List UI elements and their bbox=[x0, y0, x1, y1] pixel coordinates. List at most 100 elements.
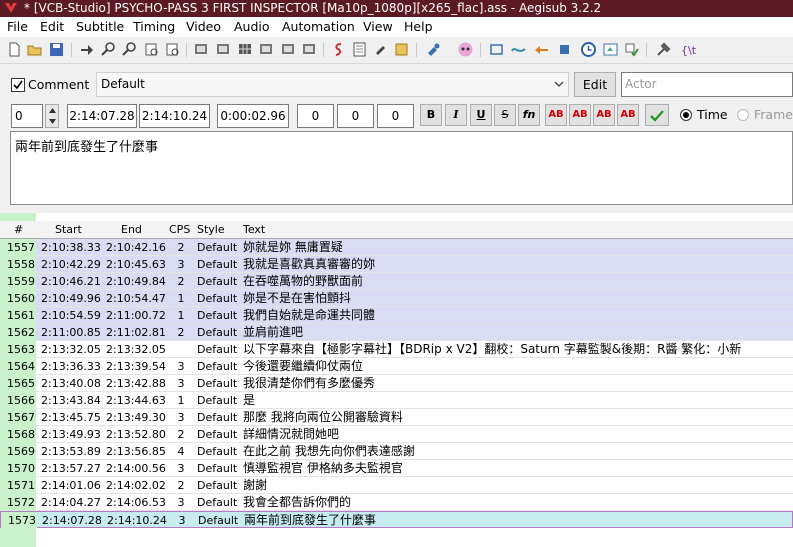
cell-end: 2:13:32.05 bbox=[106, 343, 166, 356]
cell-num: 1558 bbox=[0, 256, 36, 273]
layer-input[interactable]: 0 bbox=[11, 104, 43, 128]
table-row[interactable]: 1573 2:14:07.28 2:14:10.24 3 Default 兩年前到底發生了… bbox=[0, 511, 793, 529]
clock-icon[interactable] bbox=[580, 41, 597, 58]
end-time-field[interactable]: 2:14:10.24 bbox=[139, 104, 210, 128]
translation-assistant-icon[interactable] bbox=[457, 41, 474, 58]
cell-style: Default bbox=[197, 428, 238, 441]
actor-input[interactable]: Actor bbox=[621, 72, 793, 97]
shift-times-icon[interactable] bbox=[488, 41, 505, 58]
cell-end: 2:13:56.85 bbox=[106, 445, 166, 458]
open-folder-icon[interactable] bbox=[26, 41, 43, 58]
video-grid-icon[interactable] bbox=[237, 41, 254, 58]
spell-check-icon[interactable] bbox=[623, 41, 640, 58]
table-row[interactable]: 1557 2:10:38.33 2:10:42.16 2 Default 妳就是妳 無庸置… bbox=[0, 239, 793, 256]
cell-style: Default bbox=[197, 309, 238, 322]
secondary-color-button[interactable]: AB bbox=[569, 104, 591, 126]
duration-field[interactable]: 0:00:02.96 bbox=[217, 104, 289, 128]
video-layout-icon[interactable] bbox=[301, 41, 318, 58]
find-icon[interactable] bbox=[143, 41, 160, 58]
shadow-color-button[interactable]: AB bbox=[617, 104, 639, 126]
table-row[interactable]: 1568 2:13:49.93 2:13:52.80 2 Default 詳細情況就問她吧 bbox=[0, 426, 793, 443]
time-radio[interactable] bbox=[680, 109, 692, 121]
table-row[interactable]: 1569 2:13:53.89 2:13:56.85 4 Default 在此之前 我想先… bbox=[0, 443, 793, 460]
header-cps[interactable]: CPS bbox=[169, 221, 190, 238]
aegisub-icon bbox=[5, 3, 17, 13]
zoom-out-icon[interactable] bbox=[121, 41, 138, 58]
table-row[interactable]: 1564 2:13:36.33 2:13:39.54 3 Default 今後還要繼續仰仗… bbox=[0, 358, 793, 375]
timing-postprocessor-icon[interactable] bbox=[510, 41, 527, 58]
automation-icon[interactable] bbox=[425, 41, 442, 58]
table-row[interactable]: 1572 2:14:04.27 2:14:06.53 3 Default 我會全都告訴你們… bbox=[0, 494, 793, 511]
table-row[interactable]: 1570 2:13:57.27 2:14:00.56 3 Default 慎導監視官 伊格… bbox=[0, 460, 793, 477]
menu-automation[interactable]: Automation bbox=[282, 19, 355, 34]
table-row[interactable]: 1561 2:10:54.59 2:11:00.72 1 Default 我們自始就是命運… bbox=[0, 307, 793, 324]
strikeout-button[interactable]: S bbox=[494, 104, 516, 126]
bold-button[interactable]: B bbox=[420, 104, 442, 126]
menu-help[interactable]: Help bbox=[404, 19, 433, 34]
margin-right-field[interactable]: 0 bbox=[337, 104, 374, 128]
table-row[interactable]: 1558 2:10:42.29 2:10:45.63 3 Default 我就是喜歡真真審… bbox=[0, 256, 793, 273]
comment-label: Comment bbox=[28, 77, 90, 92]
properties-icon[interactable] bbox=[351, 41, 368, 58]
attachments-icon[interactable] bbox=[372, 41, 389, 58]
resample-icon[interactable] bbox=[602, 41, 619, 58]
margin-vertical-field[interactable]: 0 bbox=[377, 104, 414, 128]
grid-header: # Start End CPS Style Text bbox=[0, 221, 793, 239]
subtitle-text-editor[interactable]: 兩年前到底發生了什麼事 bbox=[10, 131, 793, 205]
layer-spinner[interactable] bbox=[45, 104, 59, 128]
italic-button[interactable]: I bbox=[445, 104, 467, 126]
table-row[interactable]: 1567 2:13:45.75 2:13:49.30 3 Default 那麼 我將向兩位… bbox=[0, 409, 793, 426]
menu-view[interactable]: View bbox=[363, 19, 393, 34]
menu-audio[interactable]: Audio bbox=[234, 19, 270, 34]
video-film-icon[interactable] bbox=[258, 41, 275, 58]
header-style[interactable]: Style bbox=[197, 221, 225, 238]
style-dropdown[interactable]: Default bbox=[96, 72, 569, 97]
table-row[interactable]: 1559 2:10:46.21 2:10:49.84 2 Default 在吞噬萬物的野獸… bbox=[0, 273, 793, 290]
table-row[interactable]: 1560 2:10:49.96 2:10:54.47 1 Default 妳是不是在害怕顫… bbox=[0, 290, 793, 307]
frame-radio[interactable] bbox=[737, 109, 749, 121]
table-row[interactable]: 1562 2:11:00.85 2:11:02.81 2 Default 並肩前進吧 bbox=[0, 324, 793, 341]
header-text[interactable]: Text bbox=[243, 221, 265, 238]
margin-left-field[interactable]: 0 bbox=[297, 104, 334, 128]
video-shift-icon[interactable] bbox=[280, 41, 297, 58]
menu-video[interactable]: Video bbox=[186, 19, 221, 34]
kanji-timer-icon[interactable] bbox=[533, 41, 550, 58]
menu-edit[interactable]: Edit bbox=[40, 19, 64, 34]
commit-button[interactable] bbox=[645, 104, 669, 126]
table-row[interactable]: 1563 2:13:32.05 2:13:32.05 Default 以下字幕來自【極影… bbox=[0, 341, 793, 358]
menu-subtitle[interactable]: Subtitle bbox=[76, 19, 124, 34]
font-button[interactable]: fn bbox=[518, 104, 540, 126]
menu-file[interactable]: File bbox=[7, 19, 28, 34]
header-num[interactable]: # bbox=[14, 221, 23, 238]
zoom-in-icon[interactable] bbox=[100, 41, 117, 58]
header-end[interactable]: End bbox=[121, 221, 142, 238]
video-snap-icon[interactable] bbox=[193, 41, 210, 58]
outline-color-button[interactable]: AB bbox=[593, 104, 615, 126]
cell-cps: 2 bbox=[177, 241, 185, 254]
video-frame-icon[interactable] bbox=[215, 41, 232, 58]
table-row[interactable]: 1565 2:13:40.08 2:13:42.88 3 Default 我很清楚你們有多… bbox=[0, 375, 793, 392]
table-row[interactable]: 1566 2:13:43.84 2:13:44.63 1 Default 是 bbox=[0, 392, 793, 409]
table-row[interactable]: 1571 2:14:01.06 2:14:02.02 2 Default 謝謝 bbox=[0, 477, 793, 494]
cell-end: 2:13:39.54 bbox=[106, 360, 166, 373]
edit-style-button[interactable]: Edit bbox=[574, 72, 616, 97]
options-icon[interactable] bbox=[655, 41, 672, 58]
cell-style: Default bbox=[197, 292, 238, 305]
header-start[interactable]: Start bbox=[55, 221, 82, 238]
menu-timing[interactable]: Timing bbox=[133, 19, 175, 34]
fonts-collector-icon[interactable] bbox=[393, 41, 410, 58]
underline-button[interactable]: U bbox=[470, 104, 492, 126]
start-time-field[interactable]: 2:14:07.28 bbox=[67, 104, 137, 128]
select-lines-icon[interactable] bbox=[556, 41, 573, 58]
jump-to-icon[interactable] bbox=[78, 41, 95, 58]
styles-manager-icon[interactable] bbox=[330, 41, 347, 58]
primary-color-button[interactable]: AB bbox=[545, 104, 567, 126]
tags-toggle-icon[interactable]: {\t} bbox=[680, 41, 697, 58]
new-file-icon[interactable] bbox=[6, 41, 23, 58]
cell-num: 1567 bbox=[0, 409, 36, 426]
cell-start: 2:14:04.27 bbox=[41, 496, 101, 509]
comment-checkbox[interactable] bbox=[11, 78, 25, 92]
replace-icon[interactable] bbox=[164, 41, 181, 58]
cell-cps: 4 bbox=[177, 445, 185, 458]
save-icon[interactable] bbox=[48, 41, 65, 58]
